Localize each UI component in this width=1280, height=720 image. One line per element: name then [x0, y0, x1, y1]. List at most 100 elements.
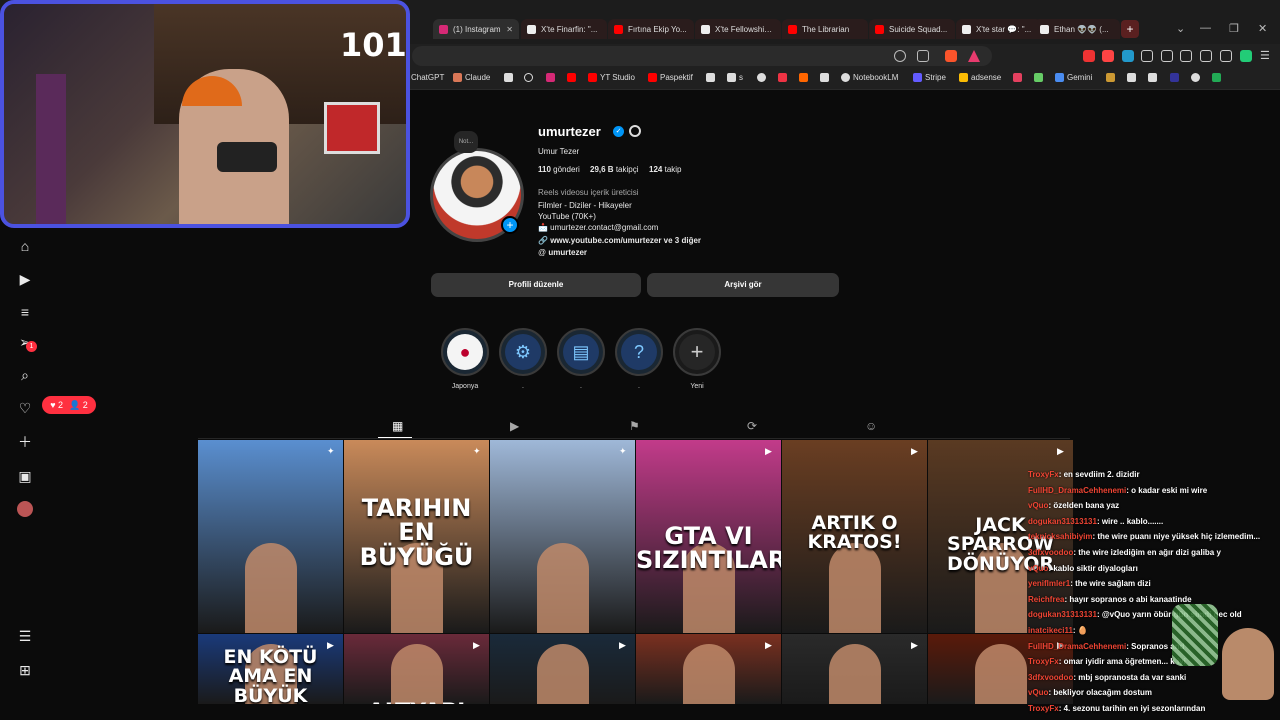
post-thumbnail[interactable]: ALTYAPI ▶ [344, 634, 489, 704]
post-thumbnail[interactable]: TARIHIN EN BÜYÜĞÜ ✦ [344, 440, 489, 633]
highlight-question[interactable]: ? [615, 328, 663, 376]
tab-x-star[interactable]: X'te star 💬: "... [956, 19, 1042, 39]
bookmark-app2[interactable] [778, 73, 787, 82]
post-thumbnail[interactable]: ▶ [490, 634, 635, 704]
chat-username: yeniflmler1 [1028, 579, 1071, 589]
heart-icon[interactable]: ♡ [17, 400, 33, 416]
bookmark-app7[interactable] [1106, 73, 1115, 82]
bookmark-adsense[interactable]: adsense [959, 73, 1001, 82]
insights-icon[interactable]: ▣ [17, 468, 33, 484]
bookmark-notebooklm[interactable]: NotebookLM [841, 73, 898, 82]
highlight-gift[interactable]: ⚙ [499, 328, 547, 376]
puzzle-icon[interactable] [1141, 50, 1153, 62]
bookmark-yt-studio[interactable]: YT Studio [588, 73, 635, 82]
edit-profile-button[interactable]: Profili düzenle [431, 273, 641, 297]
post-thumbnail[interactable]: ✦ [198, 440, 343, 633]
followers-stat[interactable]: 29,6 B takipçi [590, 165, 639, 174]
bookmark-youtube[interactable] [567, 73, 576, 82]
bookmark-paspektif[interactable]: Paspektif [648, 73, 693, 82]
reposts-tab-icon[interactable]: ⟳ [747, 419, 757, 433]
chat-text: : o kadar eski mi wire [1126, 485, 1208, 495]
bookmark-app[interactable] [757, 73, 766, 82]
tab-instagram[interactable]: (1) Instagram ✕ [433, 19, 519, 39]
bookmark-stripe[interactable]: Stripe [913, 73, 946, 82]
bookmark-tiktok[interactable] [706, 73, 715, 82]
tab-ethan[interactable]: Ethan 👽👽 (... [1034, 19, 1120, 39]
bookmark-app11[interactable] [1191, 73, 1200, 82]
notification-popover[interactable]: ♥ 2 👤 2 [42, 396, 96, 414]
bookmark-app8[interactable] [1127, 73, 1136, 82]
post-thumbnail[interactable]: ▶ [636, 634, 781, 704]
bookmark-app3[interactable] [799, 73, 808, 82]
more-menu-icon[interactable]: ☰ [17, 628, 33, 644]
extension-icon[interactable] [1161, 50, 1173, 62]
person-silhouette [244, 543, 297, 633]
bookmark-x[interactable] [504, 73, 513, 82]
bookmark-tiktok-s[interactable]: s [727, 73, 743, 82]
tab-firtina[interactable]: Fırtına Ekip Yo... [608, 19, 694, 39]
tagged-tab-icon[interactable]: ☺ [865, 419, 877, 433]
menu-icon[interactable]: ☰ [1260, 50, 1272, 62]
cast-icon[interactable] [917, 50, 929, 62]
bookmark-claude[interactable]: Claude [453, 73, 490, 82]
bookmark-instagram[interactable] [546, 73, 555, 82]
highlight-clapper[interactable]: ▤ [557, 328, 605, 376]
person-silhouette [974, 644, 1027, 704]
meta-apps-icon[interactable]: ⊞ [17, 662, 33, 678]
posts-grid-tab-icon[interactable]: ▦ [392, 419, 403, 433]
note-bubble[interactable]: Not... [454, 131, 478, 153]
highlight-new[interactable]: + [673, 328, 721, 376]
tab-x-finarfin[interactable]: X'te Finarfin: "... [521, 19, 607, 39]
add-story-button[interactable]: + [501, 216, 519, 234]
extension-icon[interactable] [1220, 50, 1232, 62]
chat-text: : mbj sopranosta da var sanki [1073, 672, 1187, 682]
threads-link[interactable]: @ umurtezer [538, 248, 587, 257]
settings-icon[interactable] [629, 125, 641, 137]
brave-shield-icon[interactable] [945, 50, 957, 62]
sidebar-toggle-icon[interactable] [1180, 50, 1192, 62]
maximize-icon[interactable]: ❐ [1229, 22, 1239, 35]
tab-suicide-squad[interactable]: Suicide Squad... [869, 19, 955, 39]
tab-list-icon[interactable]: ⌄ [1176, 22, 1185, 35]
bookmark-app10[interactable] [1170, 73, 1179, 82]
bookmark-app12[interactable] [1212, 73, 1221, 82]
tab-x-fellowship[interactable]: X'te Fellowship... [695, 19, 781, 39]
post-thumbnail[interactable]: ✦ [490, 440, 635, 633]
minimize-icon[interactable]: — [1200, 22, 1211, 34]
extension-icon[interactable] [1083, 50, 1095, 62]
saved-tab-icon[interactable]: ⚑ [629, 419, 640, 433]
create-icon[interactable]: ＋ [17, 434, 33, 450]
highlight-label: . [580, 383, 582, 390]
wallet-icon[interactable] [1200, 50, 1212, 62]
likes-notification: ♥ 2 [50, 400, 64, 410]
bookmark-threads[interactable] [524, 73, 533, 82]
post-thumbnail[interactable]: EN KÖTÜ AMA EN BÜYÜK ▶ [198, 634, 343, 704]
bookmark-app5[interactable] [1013, 73, 1022, 82]
bookmark-app6[interactable] [1034, 73, 1043, 82]
new-tab-button[interactable]: + [1121, 20, 1139, 38]
close-icon[interactable]: ✕ [506, 25, 513, 34]
feed-filter-icon[interactable]: ≡ [17, 304, 33, 320]
post-thumbnail[interactable]: ▶ [782, 634, 927, 704]
home-icon[interactable]: ⌂ [17, 238, 33, 254]
window-close-icon[interactable]: ✕ [1258, 22, 1267, 35]
view-archive-button[interactable]: Arşivi gör [647, 273, 839, 297]
bookmark-app9[interactable] [1148, 73, 1157, 82]
bookmark-chatgpt[interactable]: ChatGPT [411, 73, 444, 82]
highlight-japonya[interactable]: ● [441, 328, 489, 376]
following-stat[interactable]: 124 takip [649, 165, 682, 174]
post-thumbnail[interactable]: GTA VI SIZINTILARI! ▶ [636, 440, 781, 633]
extension-icon[interactable] [1122, 50, 1134, 62]
bookmark-gemini[interactable]: Gemini [1055, 73, 1092, 82]
profile-link[interactable]: 🔗 www.youtube.com/umurtezer ve 3 diğer [538, 236, 701, 245]
post-thumbnail[interactable]: ARTIK O KRATOS! ▶ [782, 440, 927, 633]
bookmark-app4[interactable] [820, 73, 829, 82]
youtube-extension-icon[interactable] [1102, 50, 1114, 62]
vpn-icon[interactable] [1240, 50, 1252, 62]
zoom-icon[interactable] [894, 50, 906, 62]
reels-tab-icon[interactable]: ▶ [510, 419, 519, 433]
search-icon[interactable]: ⌕ [17, 367, 33, 383]
tab-librarian[interactable]: The Librarian [782, 19, 868, 39]
reels-icon[interactable]: ▶ [17, 271, 33, 287]
profile-avatar-icon[interactable] [17, 501, 33, 517]
